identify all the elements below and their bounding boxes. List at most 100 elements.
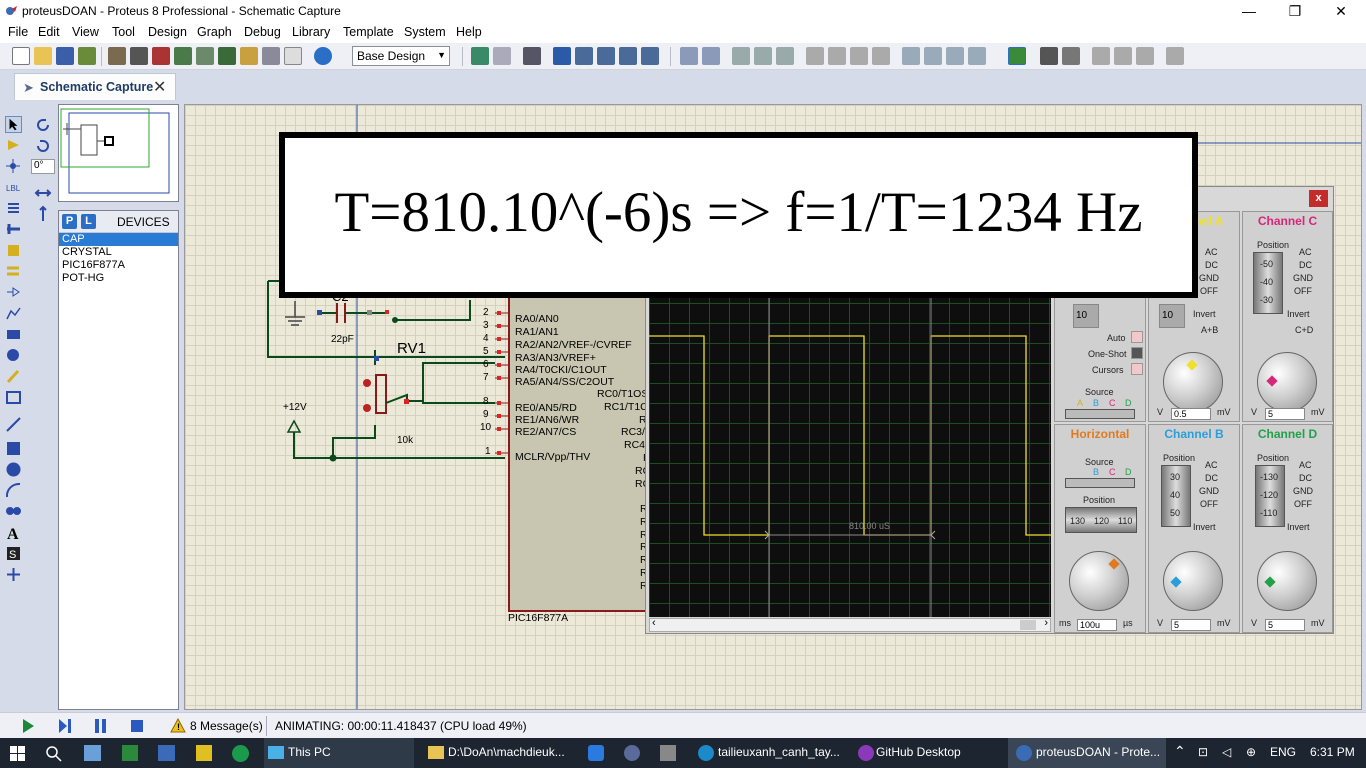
search-icon[interactable] — [46, 746, 62, 762]
zalo-icon[interactable] — [588, 745, 604, 761]
source-code-icon[interactable] — [240, 47, 258, 65]
block-rotate-icon[interactable] — [850, 47, 868, 65]
pick-devices-button[interactable]: P — [62, 214, 77, 229]
source-option[interactable]: C — [1109, 398, 1116, 408]
chevron-up-icon[interactable]: ⌃ — [1174, 743, 1186, 760]
source-option[interactable]: B — [1093, 467, 1099, 477]
source-option[interactable]: A — [1077, 398, 1083, 408]
save-icon[interactable] — [56, 47, 74, 65]
menu-file[interactable]: File — [8, 25, 28, 39]
undo-icon[interactable] — [680, 47, 698, 65]
coupling-dc[interactable]: DC — [1205, 260, 1218, 270]
remove-sheet-icon[interactable] — [1114, 47, 1132, 65]
block-move-icon[interactable] — [828, 47, 846, 65]
copy-icon[interactable] — [754, 47, 772, 65]
source-option[interactable]: C — [1109, 467, 1116, 477]
paste-icon[interactable] — [776, 47, 794, 65]
selection-mode-icon[interactable] — [5, 116, 22, 133]
make-device-icon[interactable] — [924, 47, 942, 65]
text-script-icon[interactable] — [5, 200, 22, 217]
taskbar-item-folder[interactable]: D:\DoAn\machdieuk... — [420, 738, 576, 768]
home-icon[interactable] — [108, 47, 126, 65]
step-icon[interactable] — [56, 718, 72, 734]
coupling-gnd[interactable]: GND — [1293, 273, 1313, 283]
channel-a-scale-value[interactable]: 0.5 — [1171, 408, 1211, 420]
channel-c-scale-value[interactable]: 5 — [1265, 408, 1305, 420]
invert-label[interactable]: Invert — [1193, 309, 1216, 319]
coupling-off[interactable]: OFF — [1294, 286, 1312, 296]
subcircuit-icon[interactable] — [5, 242, 22, 259]
voltage-probe-icon[interactable] — [5, 368, 22, 385]
schematic-icon[interactable] — [130, 47, 148, 65]
menu-system[interactable]: System — [404, 25, 446, 39]
channel-d-scale-value[interactable]: 5 — [1265, 619, 1305, 631]
pan-icon[interactable] — [553, 47, 571, 65]
device-list-item[interactable]: PIC16F877A — [59, 259, 178, 272]
channel-c-volts-knob[interactable] — [1257, 352, 1317, 412]
gerber-icon[interactable] — [196, 47, 214, 65]
3d-view-icon[interactable] — [174, 47, 192, 65]
bom-icon[interactable] — [218, 47, 236, 65]
open-folder-icon[interactable] — [34, 47, 52, 65]
timebase-value[interactable]: 100u — [1077, 619, 1117, 631]
redo-icon[interactable] — [702, 47, 720, 65]
coupling-off[interactable]: OFF — [1294, 499, 1312, 509]
menu-tool[interactable]: Tool — [112, 25, 135, 39]
device-pins-icon[interactable] — [5, 284, 22, 301]
junction-dot-icon[interactable] — [5, 158, 22, 175]
notes-icon[interactable] — [284, 47, 302, 65]
menu-design[interactable]: Design — [148, 25, 187, 39]
app-tool-icon[interactable] — [660, 745, 676, 761]
new-file-icon[interactable] — [12, 47, 30, 65]
grid-toggle-icon[interactable] — [493, 47, 511, 65]
source-option[interactable]: D — [1125, 398, 1132, 408]
horizontal-scrollbar[interactable]: ‹ › — [649, 617, 1051, 632]
component-mode-icon[interactable] — [5, 137, 22, 154]
trigger-source-slider[interactable] — [1065, 409, 1135, 419]
device-list-item[interactable]: CAP — [59, 233, 178, 246]
app-cube-icon[interactable] — [122, 745, 138, 761]
text-tool-icon[interactable]: A — [5, 524, 22, 541]
device-list-item[interactable]: CRYSTAL — [59, 246, 178, 259]
coupling-gnd[interactable]: GND — [1199, 273, 1219, 283]
help-icon[interactable] — [314, 47, 332, 65]
rotation-angle-field[interactable]: 0° — [31, 159, 55, 174]
rotate-clockwise-icon[interactable] — [34, 116, 52, 134]
channel-d-volts-knob[interactable] — [1257, 551, 1317, 611]
clock[interactable]: 6:31 PM — [1310, 745, 1355, 759]
oscilloscope-close-button[interactable]: x — [1309, 190, 1328, 207]
sticky-notes-icon[interactable] — [196, 745, 212, 761]
minimize-button[interactable]: — — [1226, 0, 1272, 23]
property-assignment-icon[interactable] — [1062, 47, 1080, 65]
library-manager-button[interactable]: L — [81, 214, 96, 229]
arc-tool-icon[interactable] — [5, 482, 22, 499]
rotate-anticlockwise-icon[interactable] — [34, 137, 52, 155]
source-option[interactable]: B — [1093, 398, 1099, 408]
pcb-icon[interactable] — [152, 47, 170, 65]
taskbar-item-edge[interactable]: tailieuxanh_canh_tay... — [690, 738, 846, 768]
app-u-icon[interactable] — [232, 745, 249, 762]
channel-d-position-strip[interactable]: -130 -120 -110 — [1255, 465, 1285, 527]
volume-icon[interactable]: ◁ — [1222, 745, 1231, 759]
wire-autorouter-icon[interactable] — [1008, 47, 1026, 65]
scroll-right-icon[interactable]: › — [1044, 617, 1048, 629]
menu-graph[interactable]: Graph — [197, 25, 232, 39]
menu-library[interactable]: Library — [292, 25, 330, 39]
graph-mode-icon[interactable] — [5, 305, 22, 322]
terminals-icon[interactable] — [5, 263, 22, 280]
coupling-off[interactable]: OFF — [1200, 499, 1218, 509]
import-icon[interactable] — [78, 47, 96, 65]
scroll-thumb[interactable] — [1020, 620, 1036, 630]
tape-recorder-icon[interactable] — [5, 326, 22, 343]
coupling-ac[interactable]: AC — [1205, 460, 1218, 470]
package-tool-icon[interactable] — [946, 47, 964, 65]
mirror-horizontal-icon[interactable] — [34, 184, 52, 202]
oscilloscope-screen[interactable]: 810.00 uS — [649, 283, 1051, 617]
circle-tool-icon[interactable] — [5, 461, 22, 478]
overview-window[interactable] — [58, 104, 179, 202]
block-copy-icon[interactable] — [806, 47, 824, 65]
netlist-icon[interactable] — [262, 47, 280, 65]
a-plus-b-label[interactable]: A+B — [1201, 325, 1218, 335]
generator-icon[interactable] — [5, 347, 22, 364]
box-tool-icon[interactable] — [5, 440, 22, 457]
